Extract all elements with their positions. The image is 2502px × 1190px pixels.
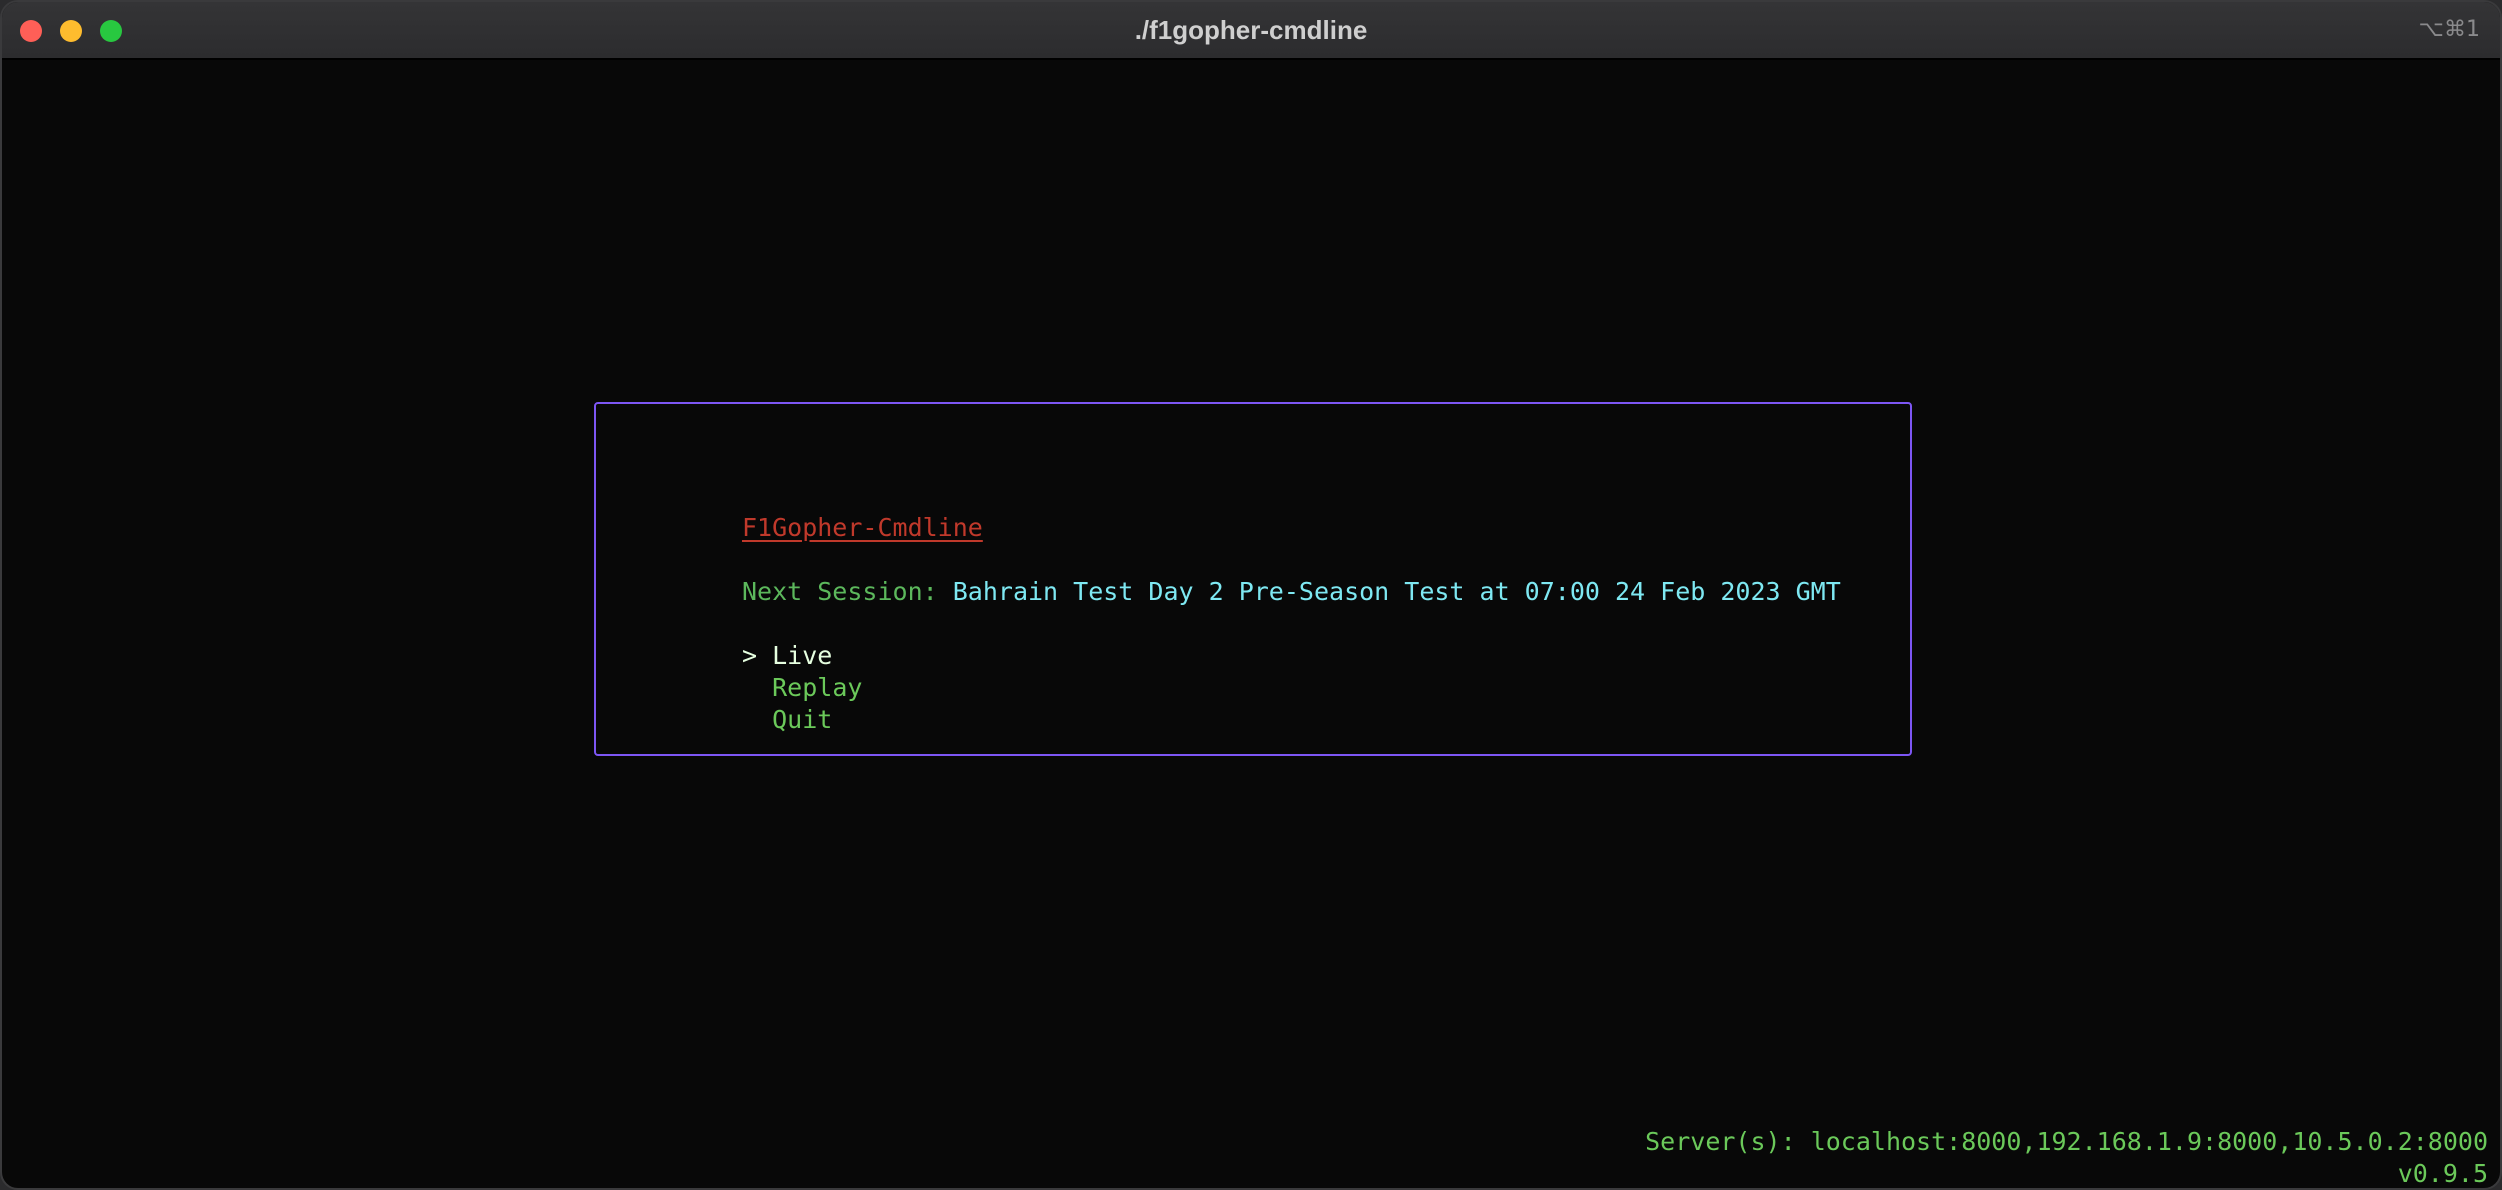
- terminal-window: ./f1gopher-cmdline ⌥⌘1 F1Gopher-Cmdline …: [0, 0, 2502, 1190]
- menu-item-replay[interactable]: Replay: [742, 672, 862, 704]
- menu-item-live[interactable]: > Live: [742, 640, 832, 672]
- next-session-line: Next Session: Bahrain Test Day 2 Pre-Sea…: [742, 576, 1841, 608]
- app-title: F1Gopher-Cmdline: [742, 513, 983, 542]
- terminal-content[interactable]: F1Gopher-Cmdline Next Session: Bahrain T…: [2, 60, 2500, 1188]
- menu-item-quit[interactable]: Quit: [742, 704, 832, 736]
- version-label: v0.9.5: [2397, 1159, 2488, 1188]
- menu-cursor: >: [742, 641, 758, 670]
- menu-item-label: Quit: [772, 705, 833, 734]
- next-session-value: Bahrain Test Day 2 Pre-Season Test at 07…: [952, 577, 1841, 606]
- next-session-label: Next Session:: [742, 577, 938, 606]
- main-menu-panel: F1Gopher-Cmdline Next Session: Bahrain T…: [594, 402, 1912, 756]
- server-list: Server(s): localhost:8000,192.168.1.9:80…: [1645, 1127, 2488, 1156]
- title-bar[interactable]: ./f1gopher-cmdline ⌥⌘1: [2, 2, 2500, 60]
- window-title: ./f1gopher-cmdline: [1134, 15, 1368, 45]
- menu-item-label: Replay: [772, 673, 863, 702]
- menu-item-label: Live: [772, 641, 833, 670]
- window-shortcut-label: ⌥⌘1: [2418, 17, 2480, 42]
